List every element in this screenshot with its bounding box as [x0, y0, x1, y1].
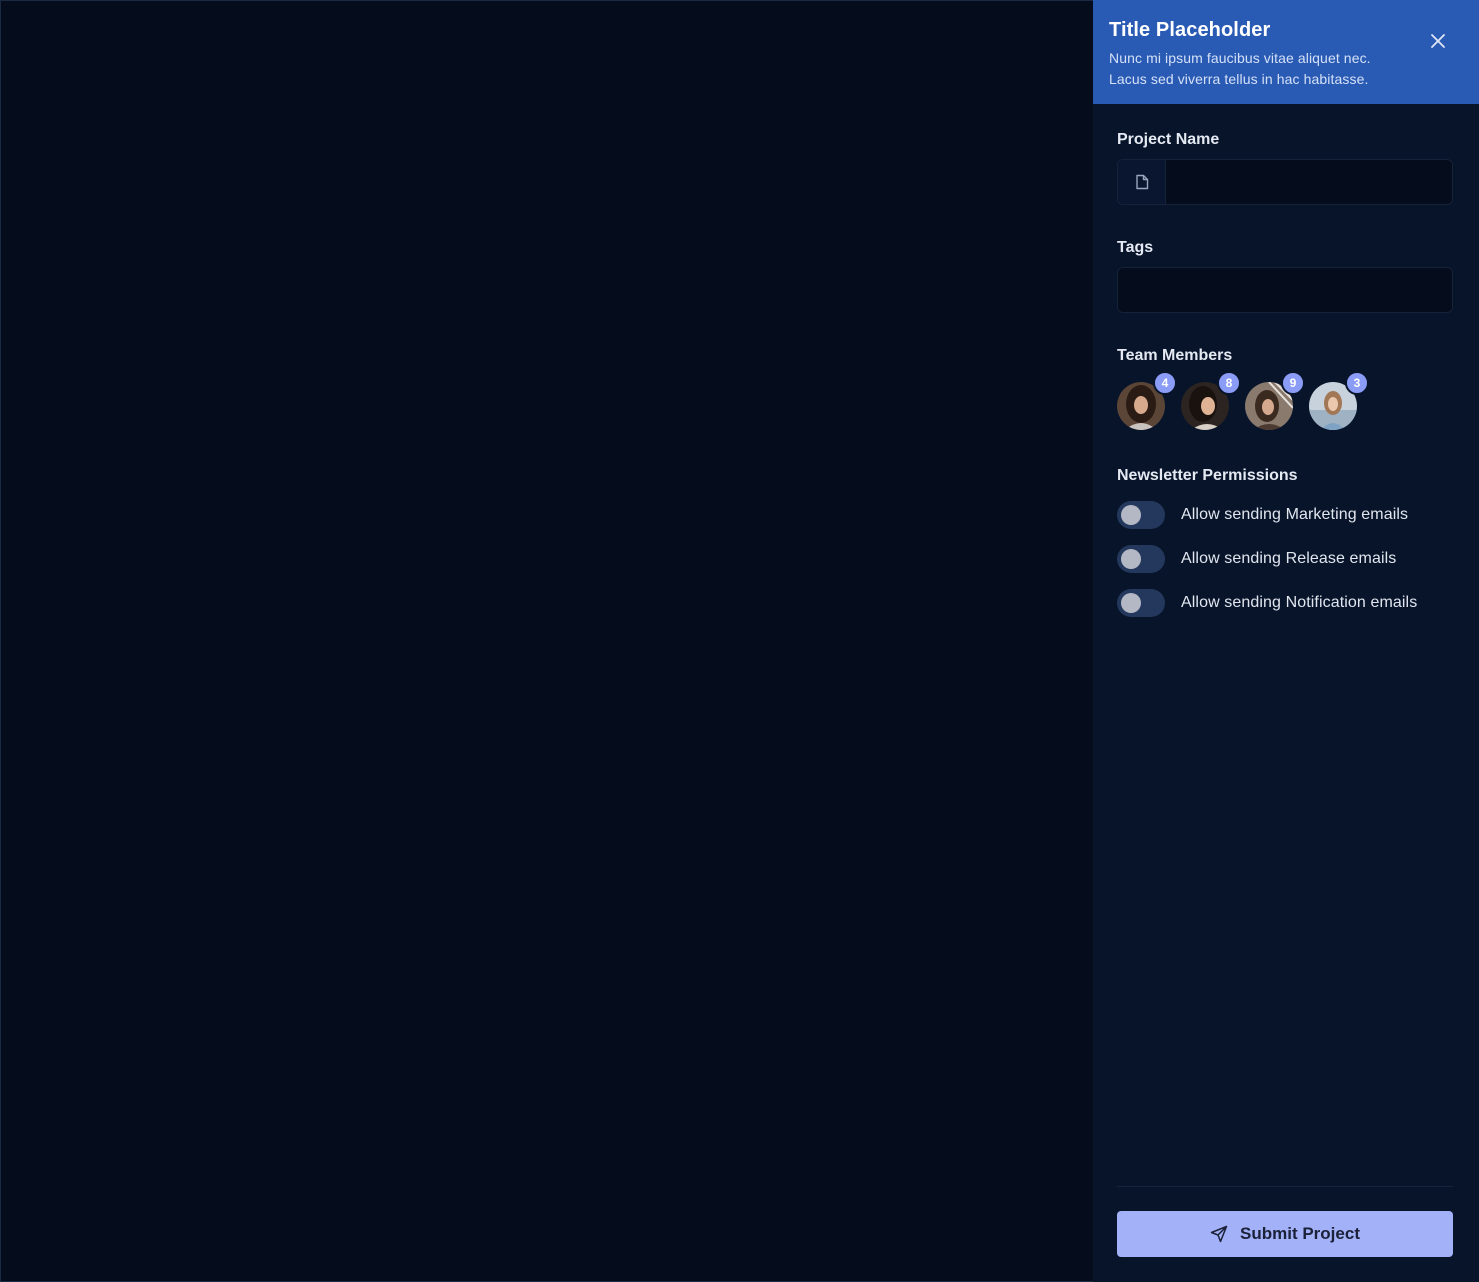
marketing-toggle[interactable]: [1117, 501, 1165, 529]
project-name-group: [1117, 159, 1453, 205]
submit-project-button[interactable]: Submit Project: [1117, 1211, 1453, 1257]
member-badge: 8: [1217, 371, 1241, 395]
team-members-label: Team Members: [1117, 347, 1233, 364]
newsletter-section: Newsletter Permissions Allow sending Mar…: [1117, 466, 1453, 618]
document-icon: [1135, 174, 1148, 190]
avatar-list: 4 8 9 3: [1117, 371, 1453, 430]
tags-label: Tags: [1117, 239, 1154, 256]
project-name-section: Project Name: [1117, 130, 1453, 205]
drawer-footer: Submit Project: [1117, 1186, 1453, 1282]
tags-input[interactable]: [1117, 267, 1453, 313]
toggle-knob: [1121, 549, 1141, 569]
drawer-title: Title Placeholder: [1109, 19, 1271, 41]
newsletter-option-notification: Allow sending Notification emails: [1117, 588, 1453, 618]
newsletter-option-release: Allow sending Release emails: [1117, 544, 1453, 574]
drawer-panel: Title Placeholder Nunc mi ipsum faucibus…: [1093, 0, 1479, 1282]
toggle-knob: [1121, 593, 1141, 613]
tags-section: Tags: [1117, 238, 1453, 313]
newsletter-options: Allow sending Marketing emails Allow sen…: [1117, 500, 1453, 618]
send-icon: [1210, 1225, 1228, 1243]
drawer-header: Title Placeholder Nunc mi ipsum faucibus…: [1093, 0, 1479, 104]
team-member[interactable]: 9: [1245, 371, 1305, 430]
toggle-knob: [1121, 505, 1141, 525]
marketing-toggle-label: Allow sending Marketing emails: [1181, 506, 1409, 523]
newsletter-label: Newsletter Permissions: [1117, 467, 1298, 484]
notification-toggle[interactable]: [1117, 589, 1165, 617]
drawer-description: Nunc mi ipsum faucibus vitae aliquet nec…: [1109, 50, 1371, 87]
member-badge: 3: [1345, 371, 1369, 395]
project-name-input[interactable]: [1166, 160, 1452, 204]
release-toggle[interactable]: [1117, 545, 1165, 573]
submit-project-label: Submit Project: [1240, 1224, 1360, 1243]
drawer-body: Project Name Tags Team Members 4 8 9 3 N…: [1093, 104, 1479, 1186]
team-members-section: Team Members 4 8 9 3: [1117, 346, 1453, 430]
project-name-addon: [1118, 160, 1166, 204]
team-member[interactable]: 3: [1309, 371, 1369, 430]
member-badge: 9: [1281, 371, 1305, 395]
member-badge: 4: [1153, 371, 1177, 395]
release-toggle-label: Allow sending Release emails: [1181, 550, 1397, 567]
team-member[interactable]: 8: [1181, 371, 1241, 430]
notification-toggle-label: Allow sending Notification emails: [1181, 594, 1418, 611]
newsletter-option-marketing: Allow sending Marketing emails: [1117, 500, 1453, 530]
team-member[interactable]: 4: [1117, 371, 1177, 430]
close-icon: [1431, 34, 1445, 48]
project-name-label: Project Name: [1117, 131, 1220, 148]
close-button[interactable]: [1425, 28, 1451, 54]
